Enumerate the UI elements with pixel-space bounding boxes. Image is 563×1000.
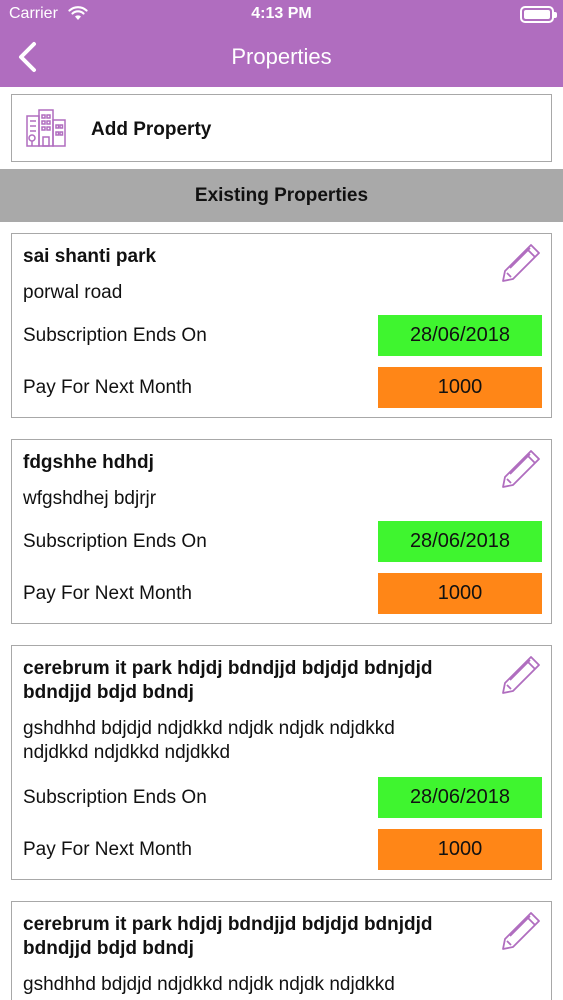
pay-label: Pay For Next Month <box>23 377 192 398</box>
pay-amount-button[interactable]: 1000 <box>378 573 542 614</box>
edit-pencil-icon[interactable] <box>498 652 544 698</box>
subscription-label: Subscription Ends On <box>23 787 207 808</box>
property-card[interactable]: fdgshhe hdhdj wfgshdhej bdjrjr Subscript… <box>11 439 552 624</box>
building-icon <box>26 109 66 147</box>
subscription-date-badge: 28/06/2018 <box>378 521 542 562</box>
property-address: gshdhhd bdjdjd ndjdkkd ndjdk ndjdk ndjdk… <box>23 718 395 763</box>
edit-pencil-icon[interactable] <box>498 908 544 954</box>
navigation-bar: Carrier 4:13 PM Properties <box>0 0 563 87</box>
subscription-date-badge: 28/06/2018 <box>378 777 542 818</box>
pay-amount-button[interactable]: 1000 <box>378 829 542 870</box>
property-card[interactable]: sai shanti park porwal road Subscription… <box>11 233 552 418</box>
add-property-label: Add Property <box>91 119 212 140</box>
property-address: gshdhhd bdjdjd ndjdkkd ndjdk ndjdk ndjdk… <box>23 974 395 995</box>
page-title: Properties <box>231 44 332 69</box>
subscription-date-badge: 28/06/2018 <box>378 315 542 356</box>
status-bar: Carrier 4:13 PM <box>0 0 563 30</box>
property-card[interactable]: cerebrum it park hdjdj bdndjjd bdjdjd bd… <box>11 901 552 1000</box>
add-property-button[interactable]: Add Property <box>11 94 552 162</box>
property-name: sai shanti park <box>23 246 157 267</box>
battery-icon <box>520 6 557 23</box>
property-address: porwal road <box>23 282 123 303</box>
pay-label: Pay For Next Month <box>23 583 192 604</box>
section-header: Existing Properties <box>0 169 563 222</box>
property-address: wfgshdhej bdjrjr <box>23 488 157 509</box>
property-card[interactable]: cerebrum it park hdjdj bdndjjd bdjdjd bd… <box>11 645 552 880</box>
subscription-label: Subscription Ends On <box>23 531 207 552</box>
pay-amount-button[interactable]: 1000 <box>378 367 542 408</box>
clock: 4:13 PM <box>251 5 312 22</box>
property-name: fdgshhe hdhdj <box>23 452 154 473</box>
subscription-label: Subscription Ends On <box>23 325 207 346</box>
edit-pencil-icon[interactable] <box>498 446 544 492</box>
property-name: cerebrum it park hdjdj bdndjjd bdjdjd bd… <box>23 658 433 703</box>
property-name: cerebrum it park hdjdj bdndjjd bdjdjd bd… <box>23 914 433 959</box>
edit-pencil-icon[interactable] <box>498 240 544 286</box>
pay-label: Pay For Next Month <box>23 839 192 860</box>
